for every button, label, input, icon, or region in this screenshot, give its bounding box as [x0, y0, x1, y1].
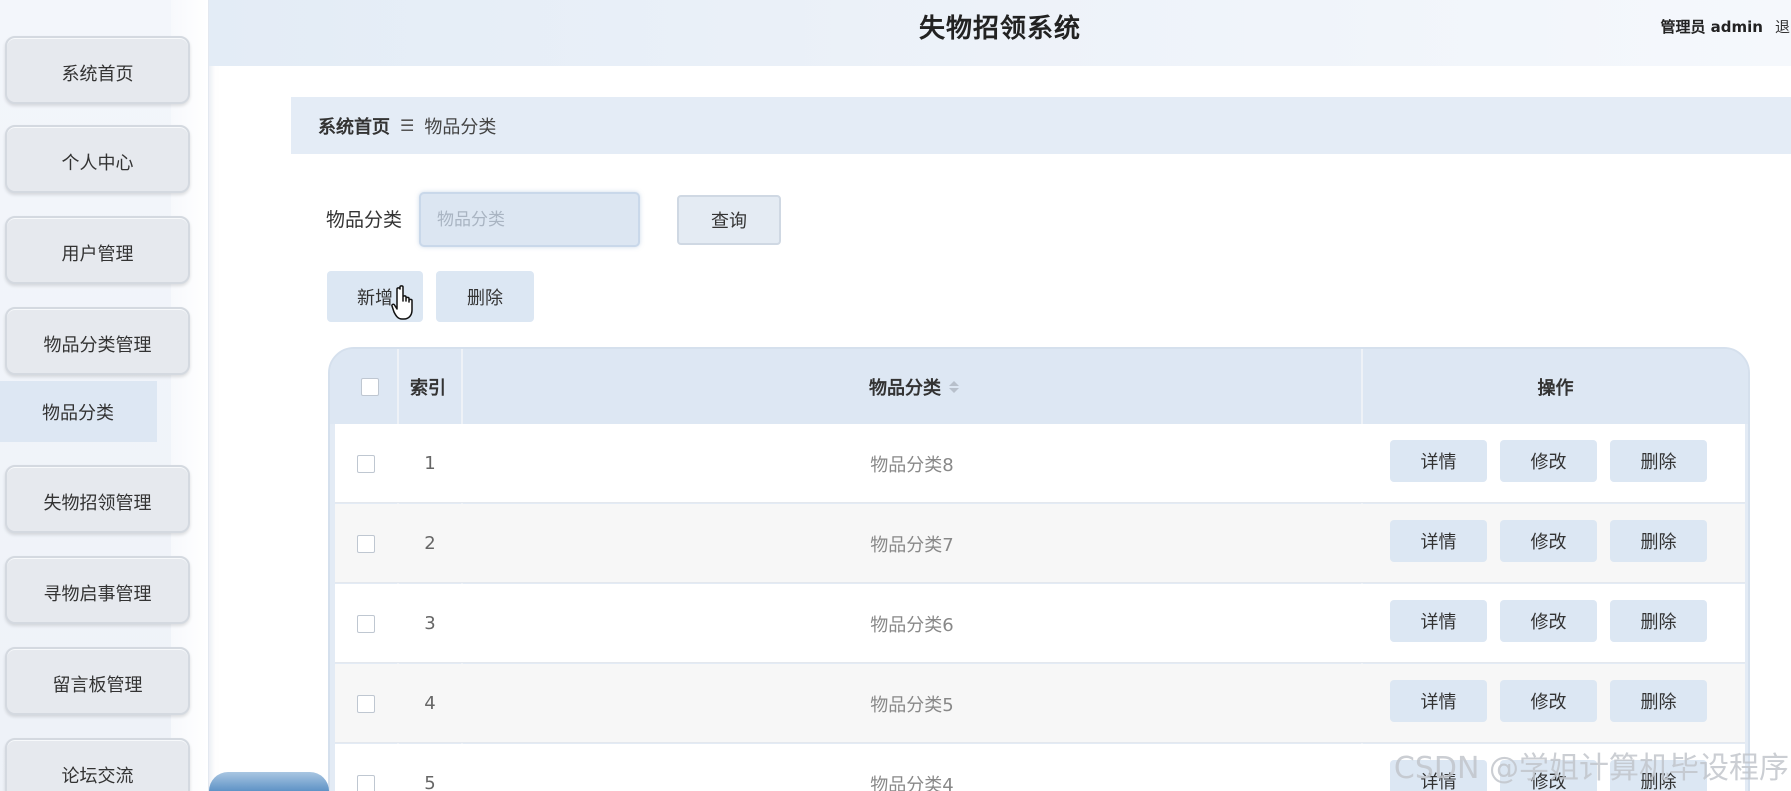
sidebar-item-users[interactable]: 用户管理: [5, 216, 190, 284]
row-select[interactable]: [335, 504, 397, 583]
sidebar-item-label: 系统首页: [61, 64, 134, 85]
sidebar-item-label: 论坛交流: [61, 766, 134, 787]
decorative-wave: [209, 772, 329, 791]
header-actions: 操作: [1537, 377, 1574, 399]
row-select[interactable]: [335, 424, 397, 503]
search-label: 物品分类: [326, 209, 403, 231]
row-checkbox[interactable]: [357, 454, 375, 473]
row-index: 4: [424, 693, 436, 714]
edit-button[interactable]: 修改: [1500, 520, 1597, 562]
row-name: 物品分类7: [870, 534, 954, 556]
delete-button[interactable]: 删除: [1610, 520, 1707, 562]
menu-icon: ☰: [400, 116, 415, 135]
sidebar-item-profile[interactable]: 个人中心: [5, 125, 190, 193]
row-name: 物品分类4: [870, 774, 954, 791]
sidebar: 系统首页 个人中心 用户管理 物品分类管理 物品分类 失物招领管理 寻物启事管理…: [0, 0, 209, 791]
row-index: 1: [424, 453, 436, 474]
edit-button[interactable]: 修改: [1500, 440, 1597, 482]
sidebar-subitem-category[interactable]: 物品分类: [0, 381, 157, 442]
sidebar-item-home[interactable]: 系统首页: [5, 36, 190, 104]
row-name: 物品分类6: [870, 614, 954, 636]
row-index: 3: [424, 613, 436, 634]
row-name: 物品分类8: [870, 454, 954, 476]
category-search-input[interactable]: [419, 192, 640, 247]
breadcrumb: 系统首页 ☰ 物品分类: [291, 97, 1791, 154]
sidebar-item-label: 留言板管理: [52, 675, 143, 696]
row-index: 2: [424, 533, 436, 554]
breadcrumb-current: 物品分类: [424, 116, 497, 138]
row-select[interactable]: [335, 584, 397, 663]
sidebar-item-label: 寻物启事管理: [43, 584, 152, 605]
sidebar-item-category-mgmt[interactable]: 物品分类管理: [5, 307, 190, 375]
sidebar-item-label: 物品分类管理: [43, 335, 152, 356]
detail-button[interactable]: 详情: [1390, 440, 1487, 482]
hand-pointer-icon: [391, 285, 413, 320]
row-checkbox[interactable]: [357, 614, 375, 633]
row-checkbox[interactable]: [357, 774, 375, 791]
app-title: 失物招领系统: [918, 14, 1081, 44]
table-row: 3 物品分类6 详情 修改 删除: [335, 584, 1745, 663]
sidebar-item-label: 个人中心: [61, 153, 134, 174]
logout-link[interactable]: 退出: [1775, 16, 1791, 37]
table-row: 1 物品分类8 详情 修改 删除: [335, 424, 1745, 503]
sidebar-item-lost-found[interactable]: 失物招领管理: [5, 465, 190, 533]
delete-button[interactable]: 删除: [1610, 600, 1707, 642]
detail-button[interactable]: 详情: [1390, 680, 1487, 722]
row-index: 5: [424, 773, 436, 791]
row-select[interactable]: [335, 664, 397, 743]
edit-button[interactable]: 修改: [1500, 680, 1597, 722]
row-name: 物品分类5: [870, 694, 954, 716]
row-checkbox[interactable]: [357, 534, 375, 553]
batch-delete-button[interactable]: 删除: [436, 271, 534, 322]
sidebar-item-forum[interactable]: 论坛交流: [5, 738, 190, 791]
sidebar-item-message-board[interactable]: 留言板管理: [5, 647, 190, 715]
admin-label: 管理员 admin: [1660, 18, 1763, 36]
header-index: 索引: [410, 377, 446, 399]
sidebar-subitem-label: 物品分类: [42, 402, 114, 424]
row-select[interactable]: [335, 744, 397, 791]
sidebar-item-label: 失物招领管理: [43, 493, 152, 514]
category-table: 索引 物品分类 操作 1 物品分类8 详情 修改 删除 2 物品分类7 详情 修…: [328, 347, 1750, 791]
sidebar-item-search-notice[interactable]: 寻物启事管理: [5, 556, 190, 624]
watermark: CSDN @学姐计算机毕设程序: [1393, 751, 1789, 786]
header-select-all[interactable]: [350, 349, 390, 424]
breadcrumb-home[interactable]: 系统首页: [318, 113, 390, 139]
header-name[interactable]: 物品分类: [464, 349, 1364, 424]
sidebar-item-label: 用户管理: [61, 244, 134, 265]
delete-button[interactable]: 删除: [1610, 680, 1707, 722]
query-button[interactable]: 查询: [677, 195, 781, 245]
edit-button[interactable]: 修改: [1500, 600, 1597, 642]
header-name-label: 物品分类: [869, 377, 941, 399]
select-all-checkbox[interactable]: [361, 377, 379, 396]
detail-button[interactable]: 详情: [1390, 600, 1487, 642]
table-row: 2 物品分类7 详情 修改 删除: [335, 504, 1745, 583]
row-checkbox[interactable]: [357, 694, 375, 713]
table-row: 4 物品分类5 详情 修改 删除: [335, 664, 1745, 743]
detail-button[interactable]: 详情: [1390, 520, 1487, 562]
delete-button[interactable]: 删除: [1610, 440, 1707, 482]
sort-icon[interactable]: [949, 380, 959, 393]
